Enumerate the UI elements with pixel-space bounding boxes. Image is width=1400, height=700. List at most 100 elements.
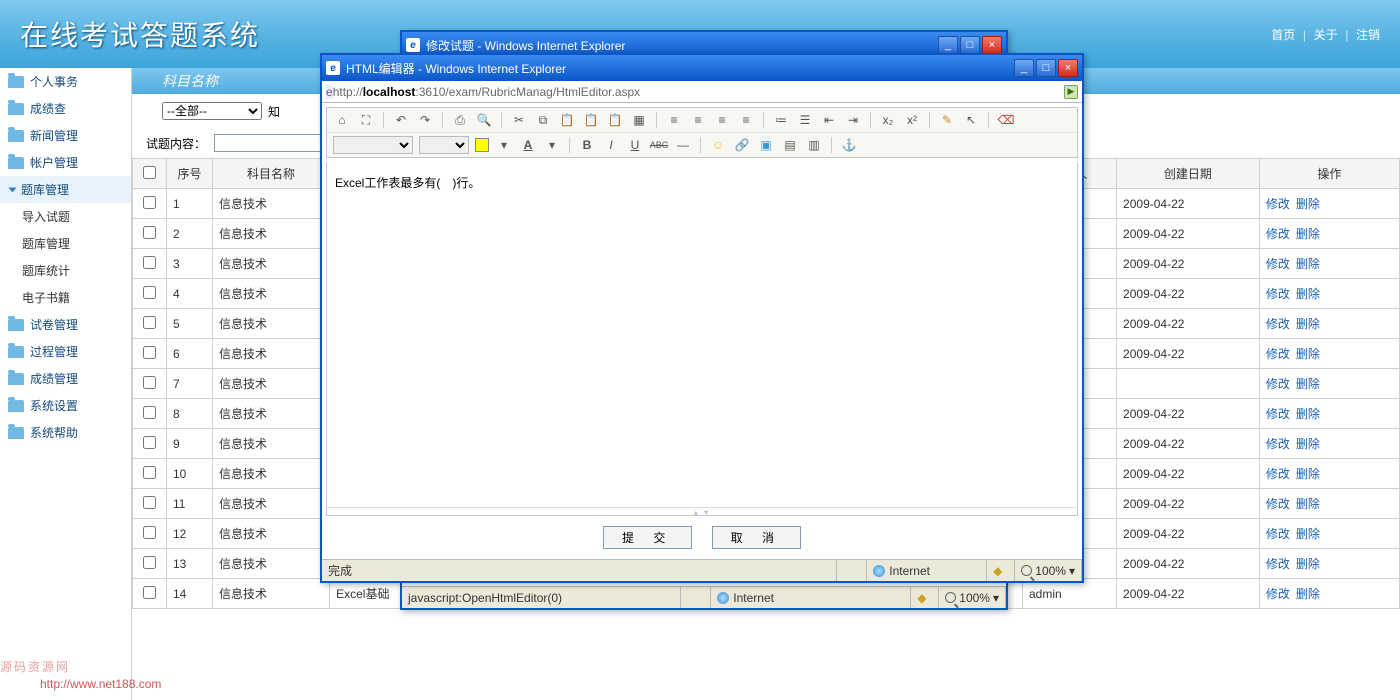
- delete-link[interactable]: 删除: [1296, 257, 1320, 271]
- sidebar-item[interactable]: 个人事务: [0, 68, 131, 95]
- row-checkbox[interactable]: [143, 556, 156, 569]
- ordered-list-icon[interactable]: ≔: [772, 111, 790, 129]
- sidebar-item[interactable]: 成绩查: [0, 95, 131, 122]
- delete-link[interactable]: 删除: [1296, 467, 1320, 481]
- superscript-icon[interactable]: x²: [903, 111, 921, 129]
- delete-link[interactable]: 删除: [1296, 287, 1320, 301]
- paste-icon[interactable]: 📋: [558, 111, 576, 129]
- delete-link[interactable]: 删除: [1296, 347, 1320, 361]
- bold-icon[interactable]: B: [578, 136, 596, 154]
- emoticon-icon[interactable]: ☺: [709, 136, 727, 154]
- editor-canvas[interactable]: Excel工作表最多有( )行。 ▴ ▾: [326, 162, 1078, 516]
- edit-link[interactable]: 修改: [1266, 197, 1290, 211]
- sidebar-subitem[interactable]: 电子书籍: [0, 284, 131, 311]
- indent-icon[interactable]: ⇥: [844, 111, 862, 129]
- align-right-icon[interactable]: ≡: [713, 111, 731, 129]
- font-name-select[interactable]: [333, 136, 413, 154]
- resize-grip[interactable]: ▴ ▾: [327, 507, 1077, 515]
- row-checkbox[interactable]: [143, 346, 156, 359]
- edit-link[interactable]: 修改: [1266, 257, 1290, 271]
- sidebar-subitem[interactable]: 导入试题: [0, 203, 131, 230]
- close-button[interactable]: ×: [982, 36, 1002, 54]
- edit-link[interactable]: 修改: [1266, 407, 1290, 421]
- media-icon[interactable]: ▤: [781, 136, 799, 154]
- go-button[interactable]: ▶: [1064, 85, 1078, 99]
- edit-link[interactable]: 修改: [1266, 317, 1290, 331]
- paste-word-icon[interactable]: 📋: [582, 111, 600, 129]
- link-icon[interactable]: 🔗: [733, 136, 751, 154]
- clean-icon[interactable]: ✎: [938, 111, 956, 129]
- edit-link[interactable]: 修改: [1266, 557, 1290, 571]
- font-size-select[interactable]: [419, 136, 469, 154]
- row-checkbox[interactable]: [143, 316, 156, 329]
- address-bar[interactable]: e http://localhost:3610/exam/RubricManag…: [322, 81, 1082, 103]
- titlebar[interactable]: e HTML编辑器 - Windows Internet Explorer _ …: [322, 55, 1082, 81]
- align-left-icon[interactable]: ≡: [665, 111, 683, 129]
- delete-link[interactable]: 删除: [1296, 557, 1320, 571]
- row-checkbox[interactable]: [143, 256, 156, 269]
- underline-icon[interactable]: U: [626, 136, 644, 154]
- image-icon[interactable]: ▣: [757, 136, 775, 154]
- forecolor-dropdown-icon[interactable]: ▾: [543, 136, 561, 154]
- edit-link[interactable]: 修改: [1266, 377, 1290, 391]
- delete-link[interactable]: 删除: [1296, 527, 1320, 541]
- subject-select[interactable]: --全部--: [162, 102, 262, 120]
- row-checkbox[interactable]: [143, 466, 156, 479]
- row-checkbox[interactable]: [143, 406, 156, 419]
- anchor-icon[interactable]: ⚓: [840, 136, 858, 154]
- backcolor-dropdown-icon[interactable]: ▾: [495, 136, 513, 154]
- maximize-button[interactable]: □: [960, 36, 980, 54]
- copy-icon[interactable]: ⧉: [534, 111, 552, 129]
- sidebar-subitem[interactable]: 题库管理: [0, 230, 131, 257]
- select-icon[interactable]: ↖: [962, 111, 980, 129]
- row-checkbox[interactable]: [143, 376, 156, 389]
- mode-icon[interactable]: ⌂: [333, 111, 351, 129]
- row-checkbox[interactable]: [143, 286, 156, 299]
- submit-button[interactable]: 提 交: [603, 526, 692, 549]
- print-icon[interactable]: ⎙: [451, 111, 469, 129]
- backcolor-swatch[interactable]: [475, 138, 489, 152]
- sidebar-item[interactable]: 过程管理: [0, 338, 131, 365]
- row-checkbox[interactable]: [143, 226, 156, 239]
- zoom-control[interactable]: 100% ▾: [939, 587, 1006, 608]
- outdent-icon[interactable]: ⇤: [820, 111, 838, 129]
- edit-link[interactable]: 修改: [1266, 497, 1290, 511]
- link-logout[interactable]: 注销: [1356, 28, 1380, 42]
- sidebar-item[interactable]: 题库管理: [0, 176, 131, 203]
- table-icon[interactable]: ▥: [805, 136, 823, 154]
- row-checkbox[interactable]: [143, 586, 156, 599]
- cancel-button[interactable]: 取 消: [712, 526, 801, 549]
- edit-link[interactable]: 修改: [1266, 347, 1290, 361]
- close-button[interactable]: ×: [1058, 59, 1078, 77]
- sidebar-item[interactable]: 系统设置: [0, 392, 131, 419]
- delete-link[interactable]: 删除: [1296, 197, 1320, 211]
- delete-link[interactable]: 删除: [1296, 407, 1320, 421]
- preview-icon[interactable]: 🔍: [475, 111, 493, 129]
- strike-icon[interactable]: ABC: [650, 136, 668, 154]
- delete-link[interactable]: 删除: [1296, 377, 1320, 391]
- maximize-button[interactable]: □: [1036, 59, 1056, 77]
- delete-link[interactable]: 删除: [1296, 317, 1320, 331]
- delete-link[interactable]: 删除: [1296, 497, 1320, 511]
- row-checkbox[interactable]: [143, 436, 156, 449]
- link-home[interactable]: 首页: [1271, 28, 1295, 42]
- forecolor-icon[interactable]: A: [519, 136, 537, 154]
- row-checkbox[interactable]: [143, 526, 156, 539]
- sidebar-item[interactable]: 帐户管理: [0, 149, 131, 176]
- link-about[interactable]: 关于: [1314, 28, 1338, 42]
- fullscreen-icon[interactable]: ⛶: [357, 111, 375, 129]
- sidebar-item[interactable]: 成绩管理: [0, 365, 131, 392]
- delete-link[interactable]: 删除: [1296, 587, 1320, 601]
- row-checkbox[interactable]: [143, 496, 156, 509]
- delete-link[interactable]: 删除: [1296, 227, 1320, 241]
- sidebar-item[interactable]: 试卷管理: [0, 311, 131, 338]
- edit-link[interactable]: 修改: [1266, 467, 1290, 481]
- hr-icon[interactable]: —: [674, 136, 692, 154]
- sidebar-item[interactable]: 系统帮助: [0, 419, 131, 446]
- select-all-icon[interactable]: ▦: [630, 111, 648, 129]
- delete-link[interactable]: 删除: [1296, 437, 1320, 451]
- sidebar-item[interactable]: 新闻管理: [0, 122, 131, 149]
- minimize-button[interactable]: _: [1014, 59, 1034, 77]
- minimize-button[interactable]: _: [938, 36, 958, 54]
- italic-icon[interactable]: I: [602, 136, 620, 154]
